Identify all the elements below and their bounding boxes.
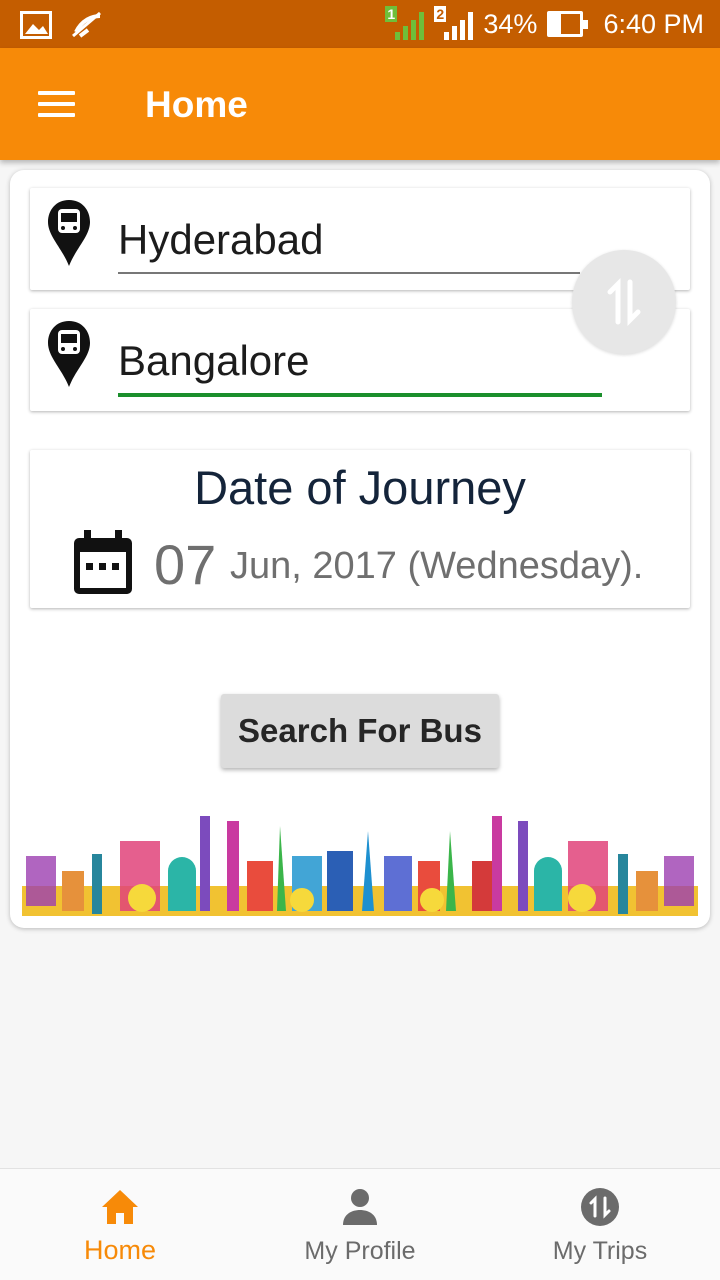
clock: 6:40 PM <box>603 8 704 39</box>
from-city-input[interactable] <box>118 216 580 274</box>
bus-location-pin-icon <box>48 200 90 266</box>
sim1-signal-icon: 1 <box>385 6 425 40</box>
bus-location-pin-icon <box>48 321 90 387</box>
person-icon <box>343 1189 377 1225</box>
nav-label-my-profile: My Profile <box>304 1237 416 1265</box>
sim2-signal-icon: 2 <box>434 6 474 40</box>
swap-cities-button[interactable] <box>572 250 676 354</box>
battery-icon <box>547 11 589 37</box>
search-card: Date of Journey 07 Jun, 2017 (Wednesday)… <box>10 170 710 928</box>
search-for-bus-button[interactable]: Search For Bus <box>221 694 499 768</box>
date-title: Date of Journey <box>194 461 526 514</box>
bottom-navigation: Home My Profile My Trips <box>0 1168 720 1280</box>
home-icon <box>102 1190 138 1224</box>
date-of-journey-card[interactable]: Date of Journey 07 Jun, 2017 (Wednesday)… <box>30 450 690 608</box>
nav-label-home: Home <box>83 1235 157 1265</box>
journey-day: 07 <box>154 533 217 596</box>
swap-vertical-icon <box>607 277 641 327</box>
to-city-input[interactable] <box>118 337 602 397</box>
nav-my-trips[interactable]: My Trips <box>480 1169 720 1280</box>
status-bar: 1 2 34% 6:40 PM <box>0 0 720 48</box>
hamburger-menu-icon[interactable] <box>38 91 75 117</box>
trips-swap-icon <box>581 1188 619 1226</box>
gallery-notification-icon <box>20 11 52 39</box>
battery-percent: 34% <box>483 8 538 39</box>
app-bar: Home <box>0 48 720 160</box>
calendar-icon <box>74 530 132 594</box>
missed-call-icon <box>72 11 101 38</box>
nav-home[interactable]: Home <box>0 1169 240 1280</box>
nav-label-my-trips: My Trips <box>552 1237 648 1265</box>
city-skyline-illustration <box>22 816 698 916</box>
nav-my-profile[interactable]: My Profile <box>240 1169 480 1280</box>
journey-month-year-weekday: Jun, 2017 (Wednesday). <box>230 545 644 587</box>
page-title: Home <box>145 84 248 125</box>
